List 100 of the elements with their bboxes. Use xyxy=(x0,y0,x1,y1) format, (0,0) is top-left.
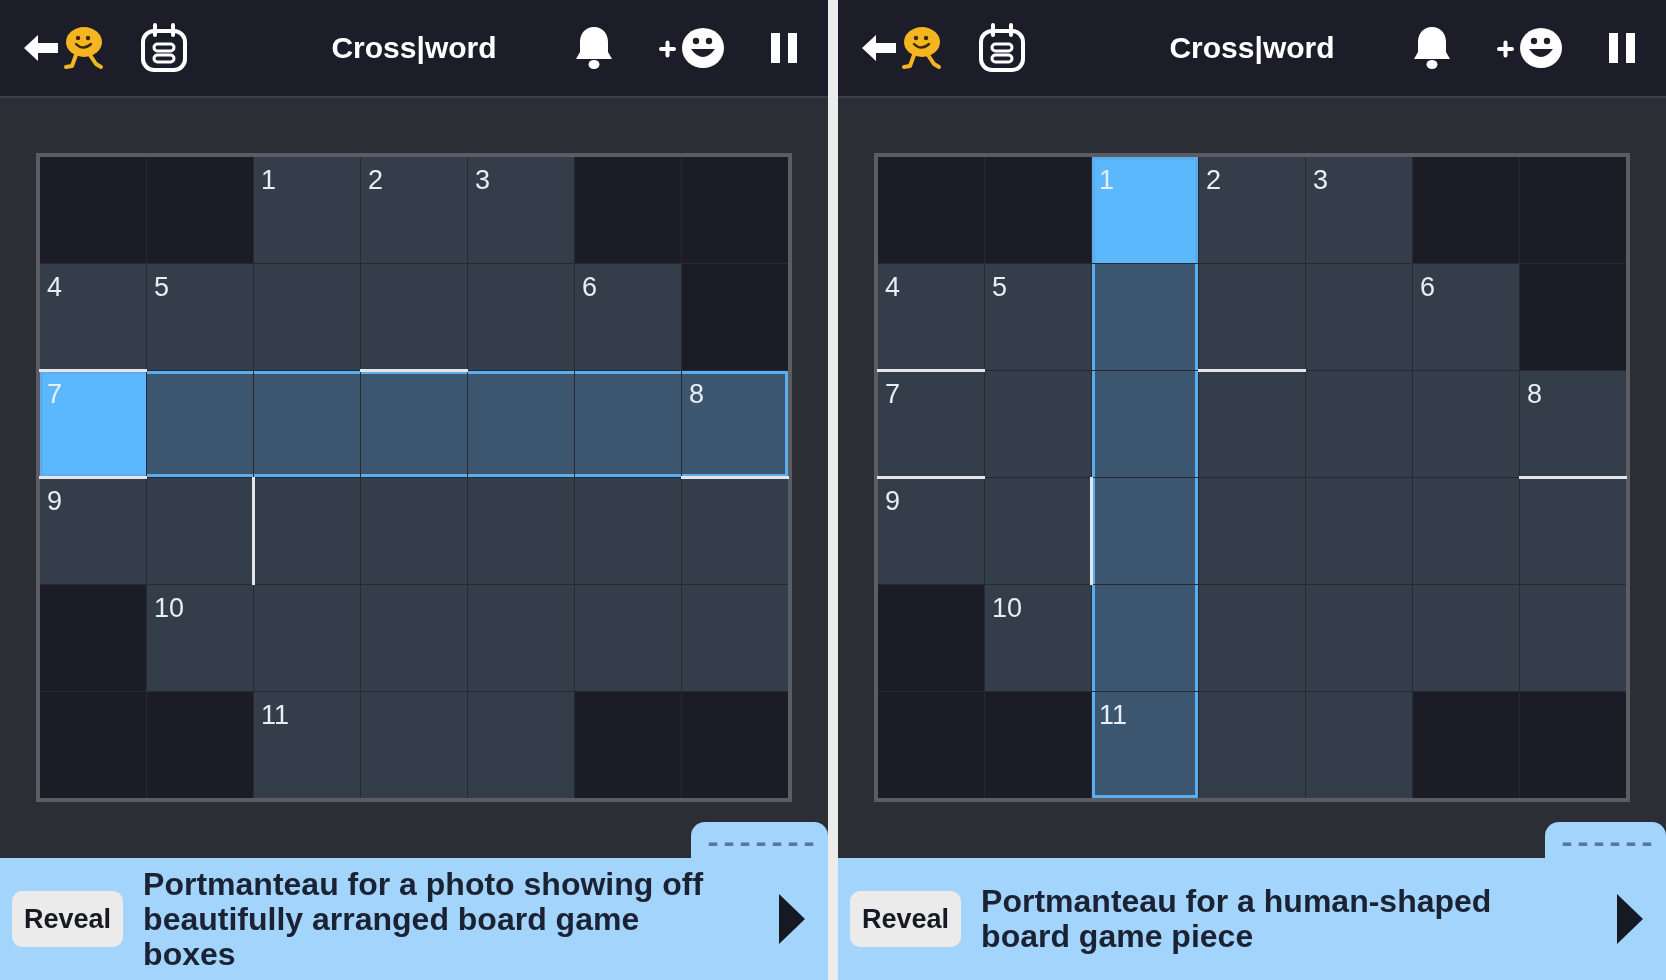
grid-cell[interactable] xyxy=(468,585,574,691)
grid-cell[interactable]: 9 xyxy=(878,478,984,584)
grid-cell[interactable] xyxy=(575,371,681,477)
grid-cell[interactable] xyxy=(575,585,681,691)
grid-cell[interactable] xyxy=(1199,478,1305,584)
grid-cell[interactable] xyxy=(682,478,788,584)
grid-cell[interactable]: 3 xyxy=(468,157,574,263)
grid-cell[interactable]: 9 xyxy=(40,478,146,584)
grid-cell[interactable] xyxy=(1092,371,1198,477)
grid-cell[interactable] xyxy=(1306,692,1412,798)
app-title: Cross|word xyxy=(331,31,497,65)
grid-cell[interactable]: 5 xyxy=(985,264,1091,370)
grid-cell[interactable] xyxy=(1306,264,1412,370)
walking-smiley-icon[interactable] xyxy=(900,26,942,70)
clue-number: 1 xyxy=(261,167,277,194)
grid-cell[interactable] xyxy=(1199,371,1305,477)
grid-cell[interactable]: 4 xyxy=(40,264,146,370)
grid-cell[interactable] xyxy=(361,264,467,370)
clue-text: Portmanteau for a photo showing off beautifully arranged board game boxes xyxy=(143,866,705,972)
grid-cell[interactable]: 2 xyxy=(361,157,467,263)
grid-cell[interactable] xyxy=(1520,478,1626,584)
add-friend-icon[interactable] xyxy=(659,27,725,69)
bell-icon[interactable] xyxy=(1413,26,1451,70)
grid-cell[interactable] xyxy=(254,585,360,691)
grid-cell[interactable] xyxy=(985,478,1091,584)
calendar-icon[interactable] xyxy=(978,23,1026,73)
grid-cell[interactable]: 1 xyxy=(254,157,360,263)
grid-cell[interactable]: 6 xyxy=(1413,264,1519,370)
clue-number: 11 xyxy=(261,702,290,729)
back-arrow-icon[interactable] xyxy=(24,35,58,61)
grid-cell[interactable] xyxy=(468,478,574,584)
calendar-icon[interactable] xyxy=(140,23,188,73)
clue-number: 8 xyxy=(689,381,705,408)
grid-cell[interactable] xyxy=(1092,264,1198,370)
clue-number: 6 xyxy=(582,274,598,301)
pause-icon[interactable] xyxy=(771,33,797,63)
reveal-button[interactable]: Reveal xyxy=(850,891,962,947)
grid-cell[interactable] xyxy=(1520,585,1626,691)
clue-number: 7 xyxy=(47,381,63,408)
reveal-button[interactable]: Reveal xyxy=(12,891,124,947)
clue-number: 2 xyxy=(368,167,384,194)
add-friend-icon[interactable] xyxy=(1497,27,1563,69)
clue-number: 10 xyxy=(154,595,185,622)
clue-number: 11 xyxy=(1099,702,1128,729)
grid-cell[interactable] xyxy=(361,692,467,798)
grid-cell[interactable] xyxy=(147,478,253,584)
play-icon[interactable] xyxy=(1617,894,1643,944)
grid-cell[interactable] xyxy=(254,478,360,584)
grid-cell[interactable] xyxy=(1413,478,1519,584)
grid-cell[interactable] xyxy=(1306,371,1412,477)
grid-cell[interactable] xyxy=(1306,478,1412,584)
grid-cell[interactable] xyxy=(361,478,467,584)
grid-cell[interactable] xyxy=(682,585,788,691)
back-arrow-icon[interactable] xyxy=(862,35,896,61)
grid-cell[interactable]: 8 xyxy=(1520,371,1626,477)
bell-icon[interactable] xyxy=(575,26,613,70)
clue-number: 5 xyxy=(154,274,170,301)
clue-number: 1 xyxy=(1099,167,1115,194)
grid-cell[interactable] xyxy=(468,371,574,477)
clue-text: Portmanteau for a human-shaped board game piece xyxy=(981,884,1493,954)
clue-number: 9 xyxy=(885,488,901,515)
grid-cell[interactable]: 11 xyxy=(254,692,360,798)
grid-cell[interactable] xyxy=(1306,585,1412,691)
play-icon[interactable] xyxy=(779,894,805,944)
grid-cell[interactable]: 10 xyxy=(147,585,253,691)
grid-cell[interactable] xyxy=(254,264,360,370)
grid-cell[interactable] xyxy=(468,264,574,370)
pause-icon[interactable] xyxy=(1609,33,1635,63)
walking-smiley-icon[interactable] xyxy=(62,26,104,70)
grid-cell[interactable]: 3 xyxy=(1306,157,1412,263)
grid-cell[interactable] xyxy=(1092,585,1198,691)
grid-cell[interactable] xyxy=(361,585,467,691)
grid-cell[interactable] xyxy=(1413,585,1519,691)
clue-number: 2 xyxy=(1206,167,1222,194)
grid-cell[interactable] xyxy=(1413,371,1519,477)
grid-cell[interactable]: 8 xyxy=(682,371,788,477)
clue-number: 3 xyxy=(475,167,491,194)
grid-cell[interactable] xyxy=(1199,585,1305,691)
grid-cell[interactable]: 2 xyxy=(1199,157,1305,263)
clue-number: 3 xyxy=(1313,167,1329,194)
clue-number: 9 xyxy=(47,488,63,515)
grid-cell[interactable]: 7 xyxy=(878,371,984,477)
grid-cell[interactable] xyxy=(254,371,360,477)
grid-cell[interactable] xyxy=(1092,478,1198,584)
grid-cell[interactable] xyxy=(1199,264,1305,370)
clue-number: 7 xyxy=(885,381,901,408)
grid-cell[interactable] xyxy=(985,371,1091,477)
clue-number: 5 xyxy=(992,274,1008,301)
grid-cell[interactable] xyxy=(147,371,253,477)
grid-cell[interactable] xyxy=(1199,692,1305,798)
grid-cell[interactable]: 6 xyxy=(575,264,681,370)
grid-cell[interactable]: 5 xyxy=(147,264,253,370)
grid-cell[interactable]: 4 xyxy=(878,264,984,370)
clue-number: 10 xyxy=(992,595,1023,622)
clue-number: 4 xyxy=(47,274,63,301)
grid-cell[interactable]: 11 xyxy=(1092,692,1198,798)
grid-cell[interactable]: 10 xyxy=(985,585,1091,691)
grid-cell[interactable] xyxy=(468,692,574,798)
grid-cell[interactable] xyxy=(361,371,467,477)
grid-cell[interactable] xyxy=(575,478,681,584)
